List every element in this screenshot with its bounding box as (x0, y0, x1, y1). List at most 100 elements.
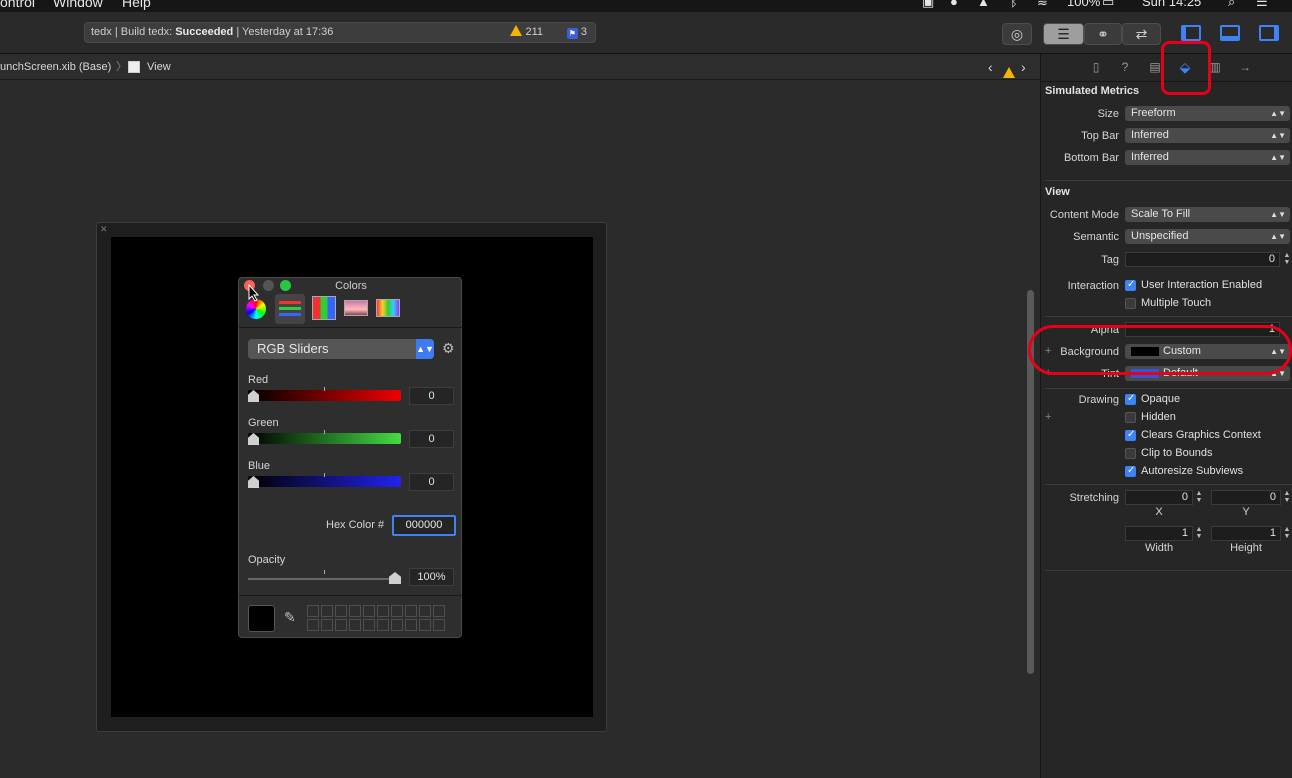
top-bar-label: Top Bar (1081, 130, 1119, 142)
warnings-count: 211 (525, 26, 543, 38)
breadcrumb-file[interactable]: unchScreen.xib (Base) (0, 54, 111, 80)
notification-center-icon[interactable]: ☰ (1256, 0, 1268, 10)
pencils-icon[interactable] (376, 299, 400, 317)
assistant-editor-button[interactable]: ⚭ (1084, 23, 1122, 45)
stretch-y-stepper[interactable]: ▲ ▼ (1283, 490, 1291, 505)
jump-bar: unchScreen.xib (Base) 〉 View ‹ › (0, 54, 1040, 80)
battery-icon[interactable]: ▭ (1102, 0, 1114, 10)
opacity-label: Opacity (248, 554, 286, 566)
stretch-width-field[interactable]: 1 (1125, 526, 1193, 541)
size-popup[interactable]: Freeform ▲▼ (1125, 106, 1290, 121)
standard-editor-button[interactable]: ☰ (1043, 23, 1084, 45)
blue-label: Blue (248, 460, 271, 472)
navigator-toggle-icon[interactable] (1181, 25, 1201, 41)
interaction-label: Interaction (1067, 280, 1119, 292)
custom-swatch-grid[interactable] (306, 604, 446, 632)
multiple-touch-checkbox[interactable] (1125, 298, 1136, 309)
clears-context-checkbox[interactable] (1125, 429, 1136, 441)
menu-item-control[interactable]: ontrol (0, 0, 35, 10)
issue-icon: ⚑ (566, 28, 578, 39)
version-editor-button[interactable]: ⇄ (1122, 23, 1161, 45)
color-mode-select[interactable]: RGB Sliders ▲▼ (248, 339, 434, 359)
gear-icon[interactable]: ⚙ (442, 340, 455, 357)
breadcrumb-view[interactable]: View (147, 54, 171, 80)
clock[interactable]: Sun 14:25 (1142, 0, 1201, 9)
green-value-field[interactable]: 0 (409, 430, 454, 448)
bottom-bar-label: Bottom Bar (1063, 152, 1119, 164)
color-palettes-icon[interactable] (312, 296, 336, 320)
menu-item-window[interactable]: Window (53, 0, 103, 10)
tag-field[interactable]: 0 (1125, 252, 1280, 267)
green-slider-track[interactable] (248, 433, 401, 444)
stretch-width-stepper[interactable]: ▲ ▼ (1195, 526, 1203, 541)
clip-bounds-label: Clip to Bounds (1141, 447, 1213, 459)
hidden-checkbox[interactable] (1125, 412, 1136, 423)
slider-tick (324, 430, 325, 434)
view-icon (128, 61, 140, 73)
screen-record-icon[interactable]: ▣ (922, 0, 934, 10)
stretch-x-stepper[interactable]: ▲ ▼ (1195, 490, 1203, 505)
stretch-height-field[interactable]: 1 (1211, 526, 1281, 541)
bottom-bar-value: Inferred (1131, 151, 1169, 163)
slider-tick (324, 387, 325, 391)
hex-color-label: Hex Color # (326, 519, 385, 531)
red-slider-track[interactable] (248, 390, 401, 401)
add-variation-icon[interactable]: + (1045, 411, 1051, 423)
menu-item-help[interactable]: Help (122, 0, 151, 10)
image-palettes-icon[interactable] (344, 300, 368, 316)
user-interaction-checkbox[interactable] (1125, 279, 1136, 291)
red-value-field[interactable]: 0 (409, 387, 454, 405)
toolbar: tedx | Build tedx: Succeeded | Yesterday… (0, 12, 1292, 54)
opacity-slider-knob[interactable] (389, 572, 401, 584)
top-bar-popup[interactable]: Inferred ▲▼ (1125, 128, 1290, 143)
blue-slider-track[interactable] (248, 476, 401, 487)
next-issue-icon[interactable]: › (1021, 54, 1026, 80)
minimize-button[interactable] (263, 280, 274, 291)
connections-inspector-icon[interactable]: → (1238, 60, 1252, 74)
stretching-label: Stretching (1069, 492, 1119, 504)
color-wheel-icon[interactable] (246, 299, 266, 319)
opacity-slider-track[interactable] (248, 578, 400, 580)
hex-color-input[interactable]: 000000 (392, 515, 456, 536)
library-button[interactable]: ◎ (1002, 23, 1032, 45)
airplay-icon[interactable]: ▲ (977, 0, 990, 9)
warning-icon (510, 25, 523, 36)
slider-tick (324, 473, 325, 477)
opaque-checkbox[interactable] (1125, 393, 1136, 405)
scene-close-icon[interactable]: ✕ (100, 224, 108, 235)
clip-bounds-checkbox[interactable] (1125, 448, 1136, 459)
activity-status-bar[interactable]: tedx | Build tedx: Succeeded | Yesterday… (84, 22, 596, 43)
autoresize-checkbox[interactable] (1125, 465, 1136, 477)
bottom-bar-popup[interactable]: Inferred ▲▼ (1125, 150, 1290, 165)
stretch-y-field[interactable]: 0 (1211, 490, 1281, 505)
quick-help-icon[interactable]: ? (1118, 60, 1132, 74)
previous-issue-icon[interactable]: ‹ (988, 54, 993, 80)
file-inspector-icon[interactable]: ▯ (1089, 60, 1103, 74)
chevron-updown-icon: ▲▼ (1270, 210, 1286, 219)
blue-value-field[interactable]: 0 (409, 473, 454, 491)
green-label: Green (248, 417, 279, 429)
y-sublabel: Y (1242, 506, 1250, 518)
warnings-badge[interactable]: 211 (510, 23, 543, 42)
tag-stepper[interactable]: ▲ ▼ (1283, 252, 1291, 267)
colors-panel[interactable]: Colors RGB Sliders ▲▼ ⚙ Red 0 Green 0 Bl… (238, 277, 463, 638)
issues-badge[interactable]: ⚑ 3 (566, 23, 587, 42)
wifi-icon[interactable]: ≋ (1037, 0, 1048, 10)
zoom-button[interactable] (280, 280, 291, 291)
spotlight-icon[interactable]: ⌕ (1228, 0, 1235, 10)
eyedropper-icon[interactable]: ✎ (284, 609, 296, 626)
color-sliders-tab[interactable] (275, 294, 305, 324)
identity-inspector-icon[interactable]: ▤ (1148, 60, 1162, 74)
annotation-circle-inspector-tab (1161, 41, 1211, 95)
current-color-swatch[interactable] (248, 605, 275, 632)
utilities-toggle-icon[interactable] (1259, 25, 1279, 41)
stretch-x-field[interactable]: 0 (1125, 490, 1193, 505)
opacity-value-field[interactable]: 100% (409, 568, 454, 586)
debug-area-toggle-icon[interactable] (1220, 25, 1240, 41)
stop-icon[interactable]: ● (950, 0, 958, 9)
stretch-height-stepper[interactable]: ▲ ▼ (1283, 526, 1291, 541)
semantic-popup[interactable]: Unspecified ▲▼ (1125, 229, 1290, 244)
battery-percent: 100% (1067, 0, 1101, 9)
bluetooth-icon[interactable]: ᛒ (1010, 0, 1018, 9)
content-mode-popup[interactable]: Scale To Fill ▲▼ (1125, 207, 1290, 222)
